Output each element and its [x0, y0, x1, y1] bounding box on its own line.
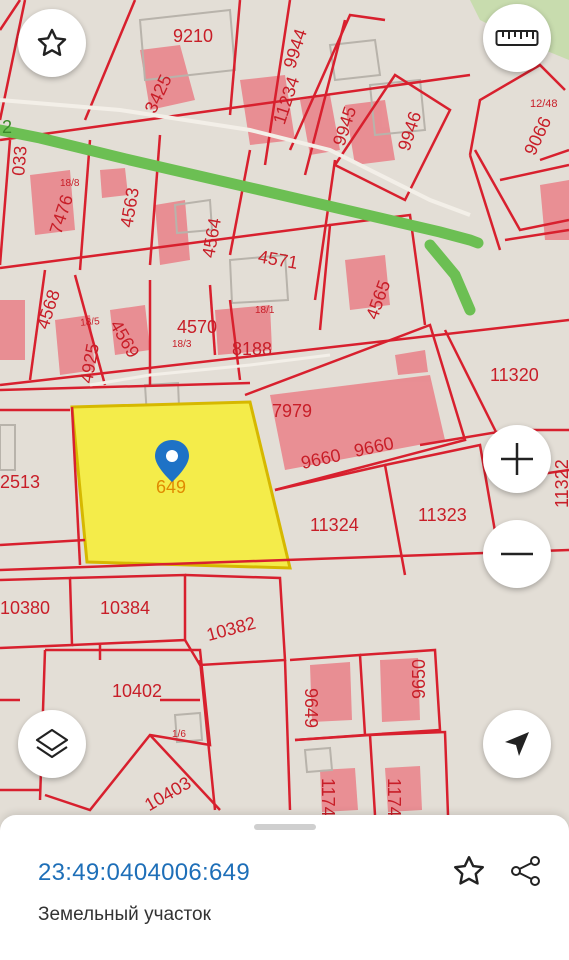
favorite-button[interactable]	[18, 9, 86, 77]
share-icon	[508, 853, 544, 894]
parcel-label: 7979	[272, 401, 312, 421]
parcel-sub-label: 18/8	[60, 178, 80, 189]
road-label: 2	[2, 117, 12, 137]
sheet-drag-handle[interactable]	[254, 824, 316, 830]
parcel-label: 10402	[112, 681, 162, 701]
parcel-label: 10384	[100, 598, 150, 618]
navigation-arrow-icon	[502, 729, 532, 759]
parcel-label: 11322	[552, 459, 569, 508]
sheet-favorite-button[interactable]	[449, 853, 489, 893]
zoom-out-button[interactable]	[483, 520, 551, 588]
parcel-label: 4570	[177, 317, 217, 337]
parcel-label: 11323	[418, 505, 467, 525]
parcel-label: 9210	[173, 26, 213, 46]
minus-icon	[498, 535, 536, 573]
parcel-label: 12/48	[530, 98, 558, 110]
star-outline-icon	[35, 26, 69, 60]
parcel-label: 11320	[490, 365, 539, 385]
parcel-label: 10380	[0, 598, 50, 618]
locate-button[interactable]	[483, 710, 551, 778]
parcel-sub-label: 18/1	[255, 305, 275, 316]
parcel-label: 10382	[204, 613, 258, 645]
plus-icon	[498, 440, 536, 478]
parcel-label: 9066	[520, 114, 555, 159]
parcel-label: 1174	[318, 778, 338, 817]
layers-icon	[33, 725, 71, 763]
parcel-sub-label: 1/6	[172, 729, 186, 740]
parcel-label: 1174	[384, 778, 404, 817]
parcel-label: 8188	[232, 339, 272, 359]
cadastral-number[interactable]: 23:49:0404006:649	[38, 859, 250, 887]
ruler-button[interactable]	[483, 4, 551, 72]
share-button[interactable]	[506, 853, 546, 893]
parcel-label: 11324	[310, 515, 359, 535]
layers-button[interactable]	[18, 710, 86, 778]
parcel-label: 2513	[0, 472, 40, 492]
ruler-icon	[495, 27, 539, 49]
parcel-label: 033	[8, 145, 31, 177]
object-info-sheet[interactable]: 23:49:0404006:649 Земельный участок	[0, 815, 569, 960]
object-type: Земельный участок	[38, 904, 211, 925]
zoom-in-button[interactable]	[483, 425, 551, 493]
parcel-label: 4564	[198, 216, 225, 259]
parcel-label: 4571	[257, 246, 300, 273]
parcel-label: 9650	[409, 659, 429, 699]
parcel-sub-label: 18/5	[80, 316, 101, 329]
parcel-sub-label: 18/3	[172, 339, 192, 350]
parcel-label: 10403	[141, 773, 194, 815]
green-road-branch	[424, 239, 476, 316]
star-outline-icon	[451, 853, 487, 894]
parcel-label: 9649	[301, 688, 321, 728]
